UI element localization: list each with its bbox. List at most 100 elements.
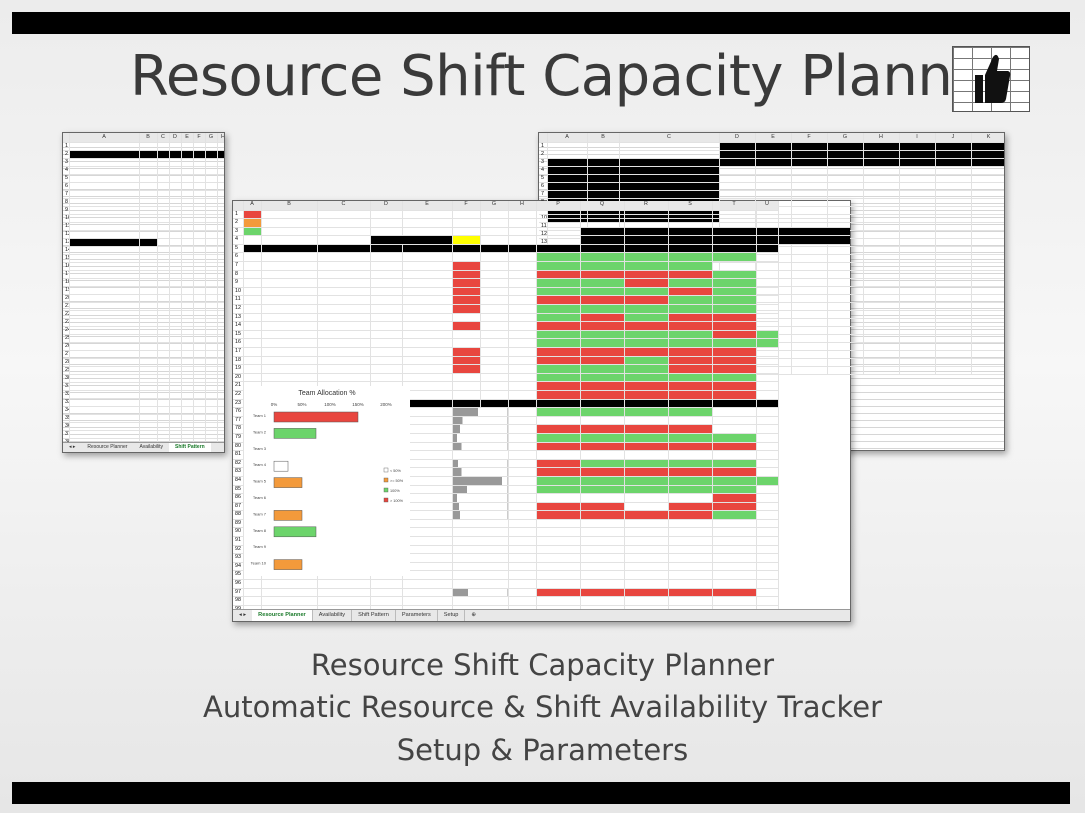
cell[interactable] (139, 390, 158, 399)
resource-cell[interactable] (402, 588, 453, 598)
cell[interactable] (181, 342, 194, 351)
date-cell[interactable] (756, 227, 779, 237)
shift-day-hours[interactable] (181, 230, 194, 239)
shift-day-hours[interactable] (205, 158, 218, 167)
cell[interactable] (193, 254, 206, 263)
hours-cell[interactable] (899, 350, 936, 359)
shift-header-cell[interactable] (205, 150, 218, 159)
header-cell[interactable] (317, 244, 371, 254)
allocation-cell[interactable] (580, 347, 625, 357)
search-input[interactable] (452, 235, 481, 245)
row-number[interactable]: 77 (233, 416, 244, 426)
column-letter[interactable]: K (971, 133, 1004, 143)
hours-cell[interactable] (935, 182, 972, 191)
cell[interactable] (69, 270, 140, 279)
capacity-cell[interactable] (756, 442, 779, 452)
hours-cell[interactable] (899, 174, 936, 183)
cell[interactable] (157, 366, 170, 375)
row-number[interactable]: 28 (63, 358, 70, 367)
hours-cell[interactable] (899, 222, 936, 231)
team-cell[interactable] (370, 261, 403, 271)
cell[interactable] (193, 430, 206, 439)
task-ref[interactable] (243, 261, 262, 271)
cell[interactable] (193, 406, 206, 415)
cell[interactable] (205, 262, 218, 271)
hours-cell[interactable] (935, 190, 972, 199)
cell[interactable] (205, 238, 218, 247)
cell[interactable] (139, 430, 158, 439)
row-number[interactable]: 13 (233, 313, 244, 323)
hours-cell[interactable] (508, 476, 537, 486)
hours-cell[interactable] (899, 262, 936, 271)
shift-name[interactable] (69, 158, 140, 167)
shift-day-hours[interactable] (157, 206, 170, 215)
cell[interactable] (139, 246, 158, 255)
capacity-cell[interactable] (536, 485, 581, 495)
cell[interactable] (181, 414, 194, 423)
cell[interactable] (157, 414, 170, 423)
cell[interactable] (205, 382, 218, 391)
capacity-cell[interactable] (668, 545, 713, 555)
cell[interactable] (971, 206, 1004, 215)
allocation-cell[interactable] (712, 270, 757, 280)
row-number[interactable]: 18 (63, 278, 70, 287)
cell[interactable] (217, 270, 224, 279)
cell[interactable] (580, 218, 625, 228)
capacity-cell[interactable] (756, 527, 779, 538)
shift-day-hours[interactable] (157, 166, 170, 175)
cell[interactable] (402, 210, 453, 220)
hours-cell[interactable] (863, 358, 900, 367)
allocation-cell[interactable] (536, 330, 581, 340)
hours-cell[interactable] (508, 570, 537, 581)
allocation-pct[interactable] (452, 536, 509, 546)
cell[interactable] (217, 430, 224, 439)
hours-cell[interactable] (971, 270, 1004, 279)
team-cell[interactable] (370, 295, 403, 306)
hours-cell[interactable] (971, 358, 1004, 367)
required-cell[interactable] (480, 381, 509, 391)
shift-day-hours[interactable] (169, 166, 182, 175)
day-cell[interactable] (899, 150, 936, 159)
capacity-cell[interactable] (668, 588, 713, 598)
allocation-cell[interactable] (668, 338, 713, 348)
shift-day-hours[interactable] (205, 190, 218, 199)
hours-cell[interactable] (971, 262, 1004, 271)
hours-cell[interactable] (863, 262, 900, 271)
day-cell[interactable] (580, 235, 625, 245)
cell[interactable] (169, 390, 182, 399)
cell[interactable] (971, 182, 1004, 191)
task-ref[interactable] (243, 347, 262, 357)
hours-cell[interactable] (899, 214, 936, 223)
capacity-cell[interactable] (712, 545, 757, 555)
column-letter[interactable]: B (261, 201, 318, 211)
cell[interactable] (452, 218, 481, 228)
cell[interactable] (205, 414, 218, 423)
task-ref[interactable] (243, 252, 262, 263)
allocation-cell[interactable] (712, 278, 757, 288)
cell[interactable] (317, 235, 371, 245)
cell[interactable] (69, 310, 140, 319)
capacity-cell[interactable] (756, 407, 779, 417)
allocation-pct[interactable] (452, 485, 509, 495)
row-number[interactable]: 4 (539, 166, 548, 175)
cell[interactable] (193, 238, 206, 247)
cell[interactable] (756, 244, 779, 254)
cell[interactable] (317, 227, 371, 237)
capacity-cell[interactable] (624, 545, 669, 555)
hours-cell[interactable] (971, 230, 1004, 239)
shift-day-hours[interactable] (193, 214, 206, 223)
day-cell[interactable] (668, 235, 713, 245)
hours-cell[interactable] (899, 310, 936, 319)
hours-cell[interactable] (935, 166, 972, 175)
capacity-cell[interactable] (624, 416, 669, 426)
allocation-cell[interactable] (624, 356, 669, 366)
cell[interactable] (205, 294, 218, 303)
allocation-cell[interactable] (536, 295, 581, 306)
project-reference[interactable] (317, 373, 371, 383)
day-cell[interactable] (755, 150, 792, 159)
shift-total[interactable] (139, 190, 158, 199)
capacity-cell[interactable] (536, 570, 581, 581)
cell[interactable] (157, 358, 170, 367)
row-number[interactable]: 96 (233, 579, 244, 589)
cell[interactable] (69, 334, 140, 343)
